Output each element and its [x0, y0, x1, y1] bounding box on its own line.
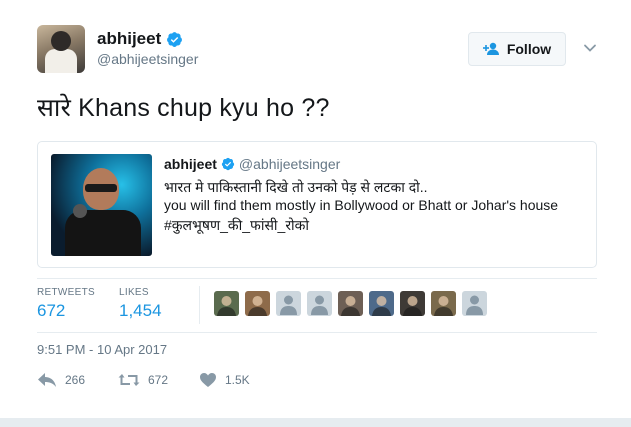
follow-button[interactable]: Follow — [468, 32, 566, 66]
quoted-author-name: abhijeet — [164, 156, 217, 172]
divider — [37, 278, 597, 279]
verified-badge-icon — [221, 157, 235, 171]
quoted-tweet-header: abhijeet @abhijeetsinger — [164, 156, 340, 172]
liker-avatar[interactable] — [369, 291, 394, 316]
like-action[interactable]: 1.5K — [199, 372, 250, 388]
reply-icon — [38, 373, 56, 387]
quoted-tweet-line-1: भारत मे पाकिस्तानी दिखे तो उनको पेड़ से … — [164, 179, 428, 195]
verified-badge-icon — [167, 31, 183, 47]
heart-icon — [200, 373, 216, 387]
quoted-tweet-hashtag[interactable]: #कुलभूषण_की_फांसी_रोको — [164, 216, 309, 235]
liker-avatar[interactable] — [245, 291, 270, 316]
follow-button-label: Follow — [506, 41, 552, 57]
reply-action[interactable]: 266 — [37, 372, 85, 388]
retweets-label: RETWEETS — [37, 287, 95, 298]
quoted-tweet-card[interactable]: abhijeet @abhijeetsinger भारत मे पाकिस्त… — [37, 141, 597, 268]
likes-value: 1,454 — [119, 301, 162, 320]
divider — [37, 332, 597, 333]
likers-avatar-list — [214, 291, 487, 316]
retweets-stat[interactable]: RETWEETS 672 — [37, 287, 95, 321]
liker-avatar[interactable] — [462, 291, 487, 316]
liker-avatar[interactable] — [338, 291, 363, 316]
quoted-tweet-line-2: you will find them mostly in Bollywood o… — [164, 197, 559, 213]
likes-label: LIKES — [119, 287, 149, 298]
retweet-count: 672 — [148, 373, 169, 387]
like-count: 1.5K — [225, 373, 250, 387]
liker-avatar[interactable] — [307, 291, 332, 316]
retweet-icon — [118, 374, 140, 386]
author-handle[interactable]: @abhijeetsinger — [97, 51, 198, 67]
divider — [199, 286, 200, 324]
author-name[interactable]: abhijeet — [97, 29, 161, 49]
liker-avatar[interactable] — [400, 291, 425, 316]
author-name-row[interactable]: abhijeet — [97, 29, 183, 49]
tweet-bottom-border — [0, 418, 631, 427]
liker-avatar[interactable] — [431, 291, 456, 316]
add-user-icon — [482, 42, 499, 55]
liker-avatar[interactable] — [276, 291, 301, 316]
reply-count: 266 — [65, 373, 86, 387]
tweet-text: सारे Khans chup kyu ho ?? — [37, 94, 330, 122]
tweet-timestamp[interactable]: 9:51 PM - 10 Apr 2017 — [37, 342, 167, 357]
likes-stat[interactable]: LIKES 1,454 — [119, 287, 162, 321]
author-avatar[interactable] — [37, 25, 85, 73]
retweets-value: 672 — [37, 301, 66, 320]
quoted-tweet-image[interactable] — [51, 154, 152, 256]
liker-avatar[interactable] — [214, 291, 239, 316]
retweet-action[interactable]: 672 — [118, 372, 168, 388]
chevron-down-icon[interactable] — [583, 41, 597, 55]
quoted-author-handle: @abhijeetsinger — [238, 156, 341, 172]
